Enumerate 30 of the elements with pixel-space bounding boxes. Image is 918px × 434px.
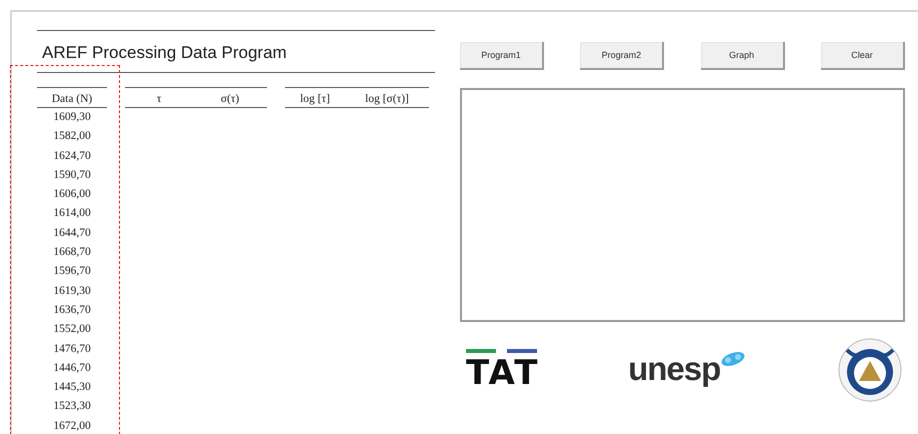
table-cell-text: 1668,70 bbox=[52, 245, 92, 260]
tat-logo: TAT bbox=[466, 348, 540, 390]
globe-icon bbox=[720, 351, 746, 367]
column-header: log [τ] bbox=[299, 93, 331, 105]
app-title: AREF Processing Data Program bbox=[41, 42, 288, 64]
action-button[interactable]: Graph bbox=[700, 42, 785, 70]
table-cell-text: 1476,70 bbox=[52, 342, 92, 357]
table-cell-text: 1552,00 bbox=[52, 322, 92, 338]
table-cell-text: 1590,70 bbox=[52, 168, 92, 183]
column-header: τ bbox=[156, 93, 162, 105]
action-button[interactable]: Program1 bbox=[460, 42, 544, 70]
table-cell-text: 1614,00 bbox=[52, 206, 92, 222]
table-cell-text: 1446,70 bbox=[52, 360, 92, 376]
unesp-logo: unesp bbox=[628, 351, 720, 387]
column-header: log [σ(τ)] bbox=[364, 93, 410, 105]
table-cell-text: 1624,70 bbox=[52, 148, 92, 164]
action-button[interactable]: Clear bbox=[820, 42, 905, 70]
table-cell-text: 1609,30 bbox=[52, 110, 92, 125]
column-header: Data (N) bbox=[50, 93, 94, 105]
table-cell-text: 1644,70 bbox=[52, 226, 92, 241]
table-cell-text: 1619,30 bbox=[52, 284, 92, 299]
table-cell-text: 1596,70 bbox=[52, 264, 92, 280]
table-cell-text: 1445,30 bbox=[52, 380, 92, 396]
action-button[interactable]: Program2 bbox=[580, 42, 664, 70]
column-header: σ(τ) bbox=[220, 93, 240, 105]
table-cell-text: 1672,00 bbox=[52, 418, 92, 434]
table-cell-text: 1636,70 bbox=[52, 302, 92, 318]
table-cell-text: 1523,30 bbox=[52, 399, 92, 414]
table-cell-text: 1606,00 bbox=[52, 187, 92, 202]
table-cell-text: 1582,00 bbox=[52, 129, 92, 144]
